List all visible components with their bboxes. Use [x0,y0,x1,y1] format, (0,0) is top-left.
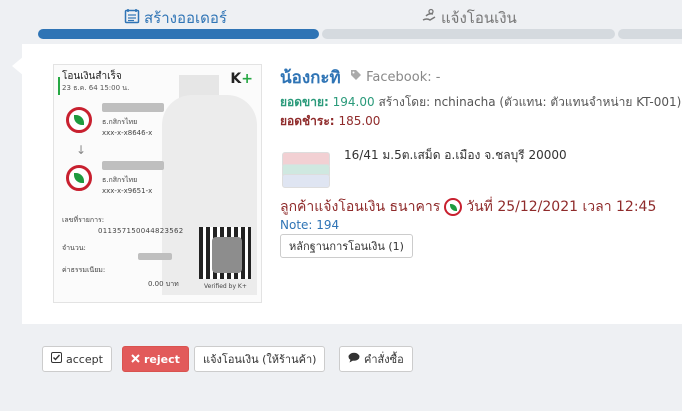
qr-code-redacted [212,237,242,273]
order-command-button[interactable]: คำสั่งซื้อ [339,346,413,372]
close-icon [131,353,140,366]
amount-label: จำนวน: [62,244,86,252]
tab-notify-transfer-label: แจ้งโอนเงิน [441,9,517,27]
slip-accent-bar [58,77,60,95]
hand-money-icon [421,8,437,28]
kbank-logo-icon [444,198,463,216]
tab-create-order-indicator [38,29,319,39]
kplus-logo-letter: K [230,71,242,87]
transfer-slip-image[interactable]: โอนเงินสำเร็จ 23 ธ.ค. 64 15:00 น. K+ ธ.ก… [53,64,262,303]
product-thumbnail[interactable] [282,152,330,188]
receiver-bank: ธ.กสิกรไทย [102,176,138,184]
customer-name[interactable]: น้องกะทิ [280,64,341,91]
arrow-down-icon: ↓ [76,143,87,157]
sender-account: xxx-x-x8646-x [102,129,153,137]
notify-shop-button[interactable]: แจ้งโอนเงิน (ให้ร้านค้า) [194,346,326,372]
transfer-notice-prefix: ลูกค้าแจ้งโอนเงิน ธนาคาร [280,199,441,215]
order-command-label: คำสั่งซื้อ [364,353,404,366]
receiver-name-redacted [102,161,164,170]
facebook-info: Facebook: - [350,69,440,85]
transfer-proof-button[interactable]: หลักฐานการโอนเงิน (1) [280,234,413,258]
ref-label: เลขที่รายการ: [62,216,105,224]
kbank-logo-icon [66,165,92,191]
slip-date: 23 ธ.ค. 64 15:00 น. [62,84,130,92]
sales-label: ยอดขาย: [280,95,329,109]
receiver-account: xxx-x-x9651-x [102,187,153,195]
tab-notify-transfer[interactable]: แจ้งโอนเงิน [421,6,517,30]
paid-line: ยอดชำระ: 185.00 [280,112,380,131]
tab-next-indicator [618,29,682,39]
kplus-logo-plus: + [241,71,253,87]
paid-label: ยอดชำระ: [280,114,335,128]
shipping-address: 16/41 ม.5ต.เสม็ด อ.เมือง จ.ชลบุรี 20000 [344,148,567,162]
sender-bank: ธ.กสิกรไทย [102,118,138,126]
accept-button[interactable]: accept [42,346,112,372]
accept-button-label: accept [66,352,103,366]
fee-value: 0.00 บาท [148,280,179,288]
checkbox-check-icon [51,352,62,366]
action-bar: accept reject แจ้งโอนเงิน (ให้ร้านค้า) ค… [0,340,682,380]
transfer-notice-datetime: วันที่ 25/12/2021 เวลา 12:45 [466,199,657,215]
tab-create-order[interactable]: สร้างออเดอร์ [124,6,227,30]
kplus-logo: K+ [230,71,253,87]
sales-value: 194.00 [332,95,375,109]
calendar-list-icon [124,8,140,28]
transfer-note: Note: 194 [280,218,340,232]
paid-value: 185.00 [338,114,381,128]
verified-text: Verified by K+ [204,283,247,290]
fee-label: ค่าธรรมเนียม: [62,266,106,274]
wizard-tabs: สร้างออเดอร์ แจ้งโอนเงิน [0,0,682,42]
tag-icon [350,70,366,85]
sender-name-redacted [102,103,164,112]
slip-title: โอนเงินสำเร็จ [62,71,122,82]
tab-create-order-label: สร้างออเดอร์ [144,9,227,27]
tab-notify-transfer-indicator [322,29,615,39]
facebook-label: Facebook: - [366,70,441,85]
amount-redacted [138,253,172,260]
reject-button[interactable]: reject [122,346,189,372]
sales-line: ยอดขาย: 194.00 สร้างโดย: nchinacha (ตัวแ… [280,93,681,112]
reject-button-label: reject [144,352,180,366]
ref-value: 011357150044823562 [98,227,184,235]
created-by: สร้างโดย: nchinacha (ตัวแทน: ตัวแทนจำหน่… [378,95,682,109]
transfer-notice: ลูกค้าแจ้งโอนเงิน ธนาคาร วันที่ 25/12/20… [280,196,656,218]
kbank-logo-icon [66,107,92,133]
comment-icon [348,352,360,366]
